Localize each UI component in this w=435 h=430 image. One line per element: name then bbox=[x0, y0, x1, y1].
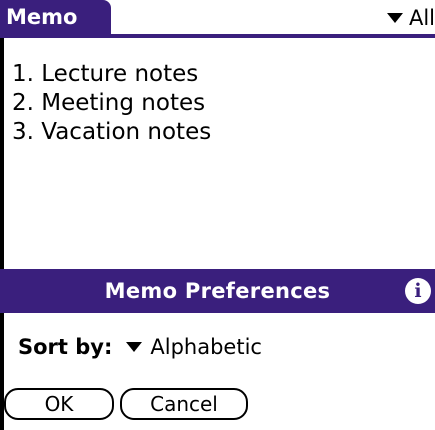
title-underline bbox=[0, 34, 435, 38]
triangle-down-icon bbox=[386, 13, 403, 23]
info-icon[interactable]: i bbox=[405, 278, 431, 304]
dialog-title: Memo Preferences bbox=[104, 279, 331, 303]
memo-list: 1. Lecture notes 2. Meeting notes 3. Vac… bbox=[12, 60, 211, 147]
sort-by-select[interactable]: Alphabetic bbox=[126, 335, 262, 359]
preferences-dialog: Memo Preferences i Sort by: Alphabetic O… bbox=[0, 269, 435, 430]
dialog-title-bar: Memo Preferences i bbox=[0, 269, 435, 313]
category-label: All bbox=[408, 6, 435, 30]
dialog-left-edge bbox=[0, 313, 4, 430]
triangle-down-icon bbox=[126, 342, 143, 352]
memo-item[interactable]: 2. Meeting notes bbox=[12, 89, 211, 118]
sort-by-label: Sort by: bbox=[18, 335, 113, 359]
sort-row: Sort by: Alphabetic bbox=[18, 332, 262, 362]
ok-button[interactable]: OK bbox=[4, 388, 114, 420]
category-selector[interactable]: All bbox=[386, 4, 435, 32]
memo-item[interactable]: 1. Lecture notes bbox=[12, 60, 211, 89]
title-bar: Memo All bbox=[0, 0, 435, 40]
sort-by-value: Alphabetic bbox=[150, 335, 262, 359]
cancel-button[interactable]: Cancel bbox=[120, 388, 248, 420]
app-title[interactable]: Memo bbox=[0, 0, 111, 34]
memo-item[interactable]: 3. Vacation notes bbox=[12, 118, 211, 147]
